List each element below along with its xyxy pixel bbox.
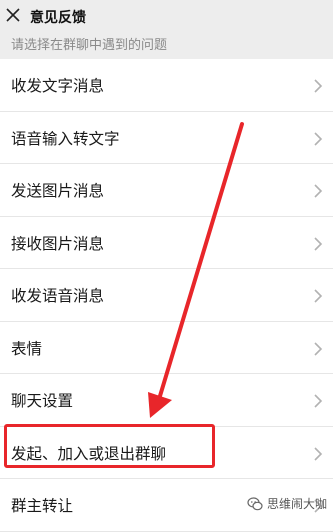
wechat-icon <box>247 496 263 510</box>
chevron-right-icon <box>314 446 323 461</box>
list-item-label: 语音输入转文字 <box>11 129 120 148</box>
chevron-right-icon <box>314 131 323 146</box>
list-item[interactable]: 接收图片消息 <box>0 216 333 269</box>
list-item[interactable]: 语音输入转文字 <box>0 111 333 164</box>
page-title: 意见反馈 <box>30 10 86 26</box>
chevron-right-icon <box>314 341 323 356</box>
list-item-label: 发送图片消息 <box>11 182 105 200</box>
chevron-right-icon <box>314 184 323 198</box>
watermark: 思维闹大咖 <box>247 495 327 512</box>
title-bar: 意见反馈 <box>0 0 333 32</box>
close-icon[interactable] <box>6 8 20 22</box>
chevron-right-icon <box>314 394 323 408</box>
list-item[interactable]: 表情 <box>0 321 333 374</box>
list-item-label: 群主转让 <box>11 497 74 515</box>
chevron-right-icon <box>314 79 323 93</box>
section-hint: 请选择在群聊中遇到的问题 <box>11 38 168 53</box>
list-item-label: 接收图片消息 <box>11 234 105 253</box>
list-item[interactable]: 收发文字消息 <box>0 59 333 112</box>
chevron-right-icon <box>314 289 323 303</box>
list-item-label: 聊天设置 <box>11 392 74 410</box>
highlight-box <box>4 424 215 468</box>
list-item[interactable]: 发送图片消息 <box>0 164 333 217</box>
list-item[interactable]: 收发语音消息 <box>0 269 333 322</box>
watermark-text: 思维闹大咖 <box>266 497 327 511</box>
list-item-label: 收发语音消息 <box>11 287 105 305</box>
chevron-right-icon <box>314 236 323 251</box>
list-item[interactable]: 聊天设置 <box>0 374 333 427</box>
list-item-label: 表情 <box>11 339 43 358</box>
list-item-label: 收发文字消息 <box>11 77 105 95</box>
